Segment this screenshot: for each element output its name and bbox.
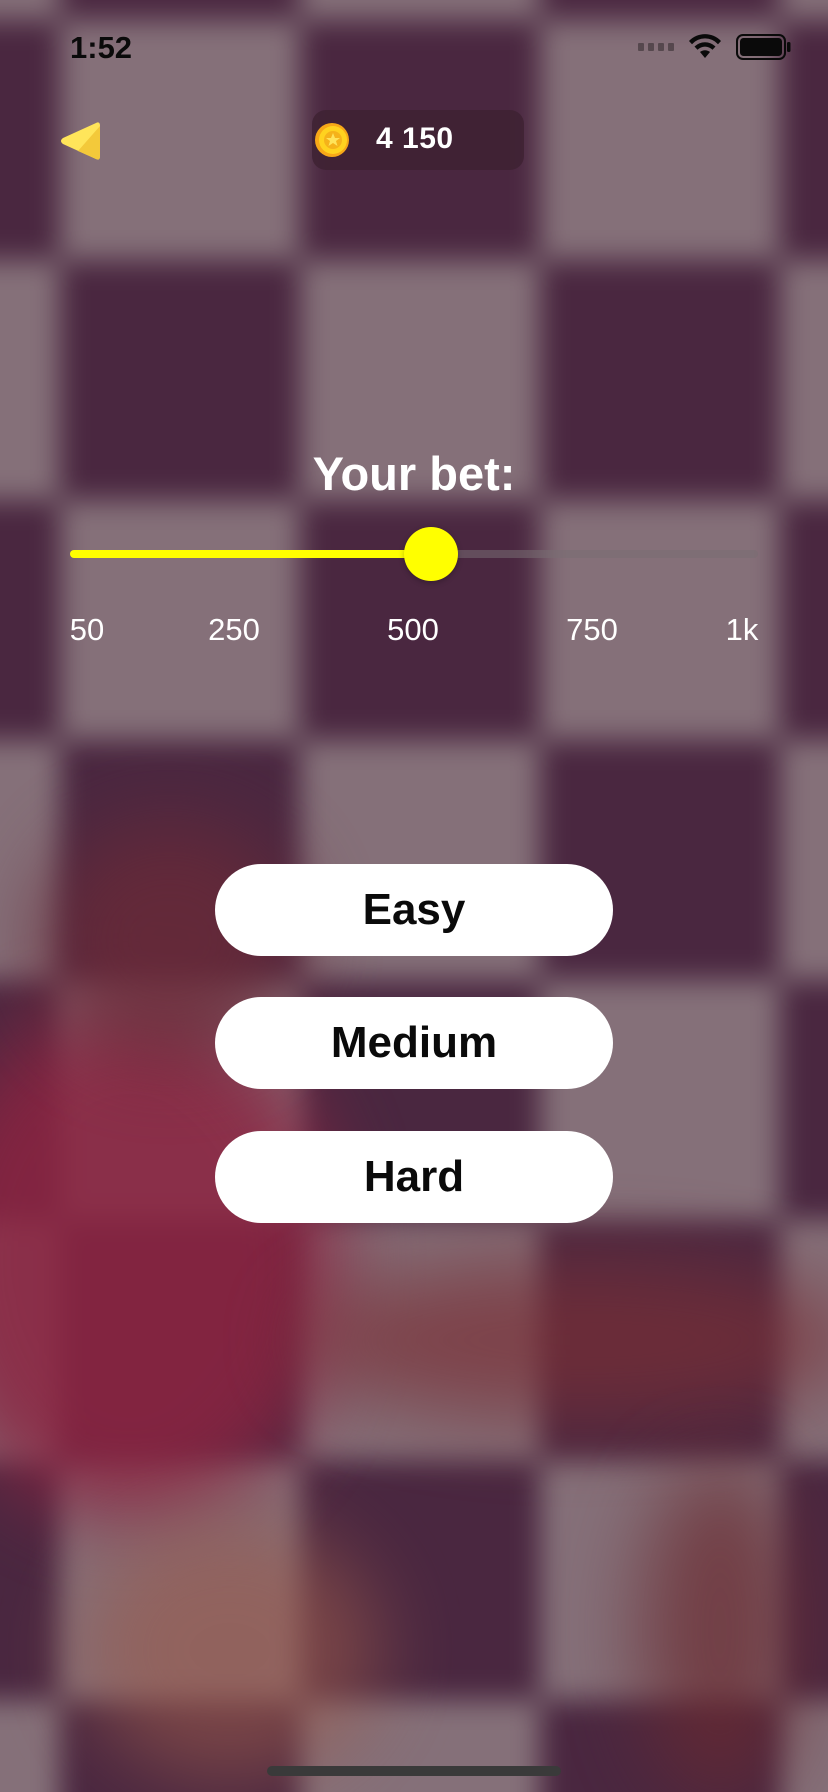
coin-icon [315, 123, 349, 157]
background-blur-shape [80, 1520, 380, 1780]
bet-title: Your bet: [312, 447, 516, 500]
background-blur-shape [640, 1460, 800, 1792]
battery-icon [736, 34, 791, 60]
tick-label: 1k [725, 612, 759, 647]
back-button[interactable] [58, 118, 102, 164]
cellular-signal-icon [638, 43, 674, 51]
background-blur-shape [300, 1260, 828, 1420]
tick-label: 50 [69, 612, 105, 647]
home-indicator [267, 1766, 561, 1776]
tick-label: 500 [387, 612, 439, 647]
bet-slider[interactable] [70, 527, 758, 581]
slider-fill [70, 550, 432, 558]
bet-tick-labels: 50 250 500 750 1k [0, 612, 828, 652]
status-icons [638, 34, 792, 60]
tick-label: 750 [566, 612, 618, 647]
tick-label: 250 [208, 612, 260, 647]
back-triangle-icon [61, 122, 100, 160]
status-time: 1:52 [70, 30, 133, 65]
wifi-icon [689, 34, 721, 58]
coin-balance: 4 150 [376, 122, 454, 155]
medium-button[interactable]: Medium [215, 997, 613, 1089]
hard-button[interactable]: Hard [215, 1131, 613, 1223]
easy-button[interactable]: Easy [215, 864, 613, 956]
slider-thumb[interactable] [404, 527, 459, 581]
